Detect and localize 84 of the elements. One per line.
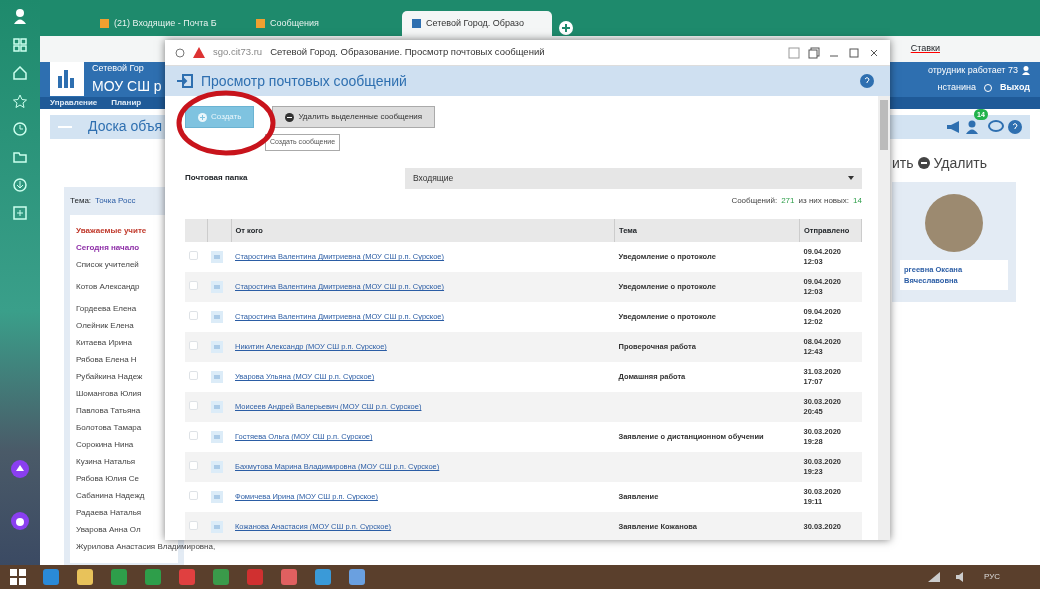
nav-link[interactable]: Управление [50,96,98,109]
row-checkbox[interactable] [189,491,198,501]
row-checkbox[interactable] [189,311,198,321]
browser-tab[interactable]: (21) Входящие - Почта Б [90,10,240,36]
user-name: нстанина [937,81,976,95]
download-icon[interactable] [13,178,27,192]
site-brand: Сетевой Гор [92,62,145,75]
post-line: Шомангова Юлия [76,387,142,400]
post-line: Сегодня начало [76,241,140,254]
new-message-count: 14 [853,194,862,207]
user-icon[interactable] [13,8,27,24]
delete-selected-button[interactable]: Удалить выделенные сообщения [272,106,436,128]
logout-link[interactable]: Выход [999,81,1030,95]
folder-select[interactable]: Входящие [405,168,862,189]
url-domain: sgo.cit73.ru [213,45,263,60]
post-line: Котов Александр [76,280,140,293]
new-tab-icon[interactable] [558,20,574,36]
row-checkbox[interactable] [189,401,198,411]
assistant-icon[interactable] [10,459,30,479]
post-line: Сабанина Надежд [76,489,145,502]
new-count-label: из них новых: [798,194,850,207]
row-checkbox[interactable] [189,341,198,351]
window-title: Сетевой Город. Образование. Просмотр почтовых сообщений [270,45,546,60]
delete-link[interactable]: Удалить [933,152,987,174]
warning-icon [193,47,205,58]
message-count: 271 [781,194,795,207]
post-line: Китаева Ирина [76,336,132,349]
post-line: Кузина Наталья [76,455,136,468]
post-line: Радаева Наталья [76,506,142,519]
school-name: МОУ СШ р [92,76,162,96]
site-logo-icon[interactable] [50,62,84,97]
address-suggestion[interactable]: Ставки [910,42,940,56]
post-line: Уважаемые учите [76,224,147,237]
clock-icon[interactable] [13,122,27,136]
row-checkbox[interactable] [189,281,198,291]
plus-square-icon[interactable] [13,206,27,220]
grid-icon[interactable] [13,38,27,52]
post-line: Список учителей [76,258,139,271]
dialog-heading: Просмотр почтовых сообщений [201,71,407,91]
scrollbar-thumb[interactable] [880,100,888,150]
folder-label: Почтовая папка [185,172,249,185]
board-title: Доска объя [88,117,163,136]
user-role: отрудник работает 73 [927,63,1018,77]
avatar-placeholder [925,193,983,252]
language-indicator[interactable]: РУС [983,571,1000,583]
row-checkbox[interactable] [189,431,198,441]
assistant-icon[interactable] [10,511,30,531]
topic-link[interactable]: Точка Росс [95,194,136,207]
post-line: Рябова Юлия Се [76,472,139,485]
help-icon[interactable] [860,74,874,88]
user-icon [1022,66,1030,75]
post-line: Болотова Тамара [76,421,142,434]
post-line: Гордеева Елена [76,302,137,315]
help-icon[interactable] [1008,119,1022,134]
caret-icon [848,176,854,181]
post-line: Журилова Анастасия Владимировна, [76,540,216,553]
post-line: Рябова Елена Н [76,353,137,366]
count-label: Сообщений: [731,194,778,207]
row-checkbox[interactable] [189,461,198,471]
nav-link[interactable]: Планир [111,96,142,109]
maximize-icon[interactable] [848,46,860,59]
star-icon[interactable] [13,94,27,108]
row-checkbox[interactable] [189,371,198,381]
topic-label: Тема: [70,194,92,207]
post-line: Уварова Анна Ол [76,523,141,536]
home-icon[interactable] [13,66,27,80]
delete-icon [917,157,930,169]
post-line: Сорокина Нина [76,438,134,451]
post-line: Олейник Елена [76,319,134,332]
page-action-icon[interactable] [788,46,800,59]
megaphone-icon[interactable] [946,119,962,134]
exit-icon [177,74,193,88]
minus-circle-icon [285,112,295,122]
row-checkbox[interactable] [189,251,198,261]
edit-link[interactable]: ить [892,152,914,174]
network-icon[interactable] [927,572,940,582]
browser-tab[interactable]: Сетевой Город. Образо [402,10,552,36]
plus-circle-icon [198,112,207,122]
browser-tab[interactable]: Сообщения [246,10,396,36]
restore-icon[interactable] [808,46,820,59]
post-line: Павлова Татьяна [76,404,141,417]
row-checkbox[interactable] [189,521,198,531]
start-icon[interactable] [10,569,26,585]
post-line: Рубайкина Надеж [76,370,143,383]
